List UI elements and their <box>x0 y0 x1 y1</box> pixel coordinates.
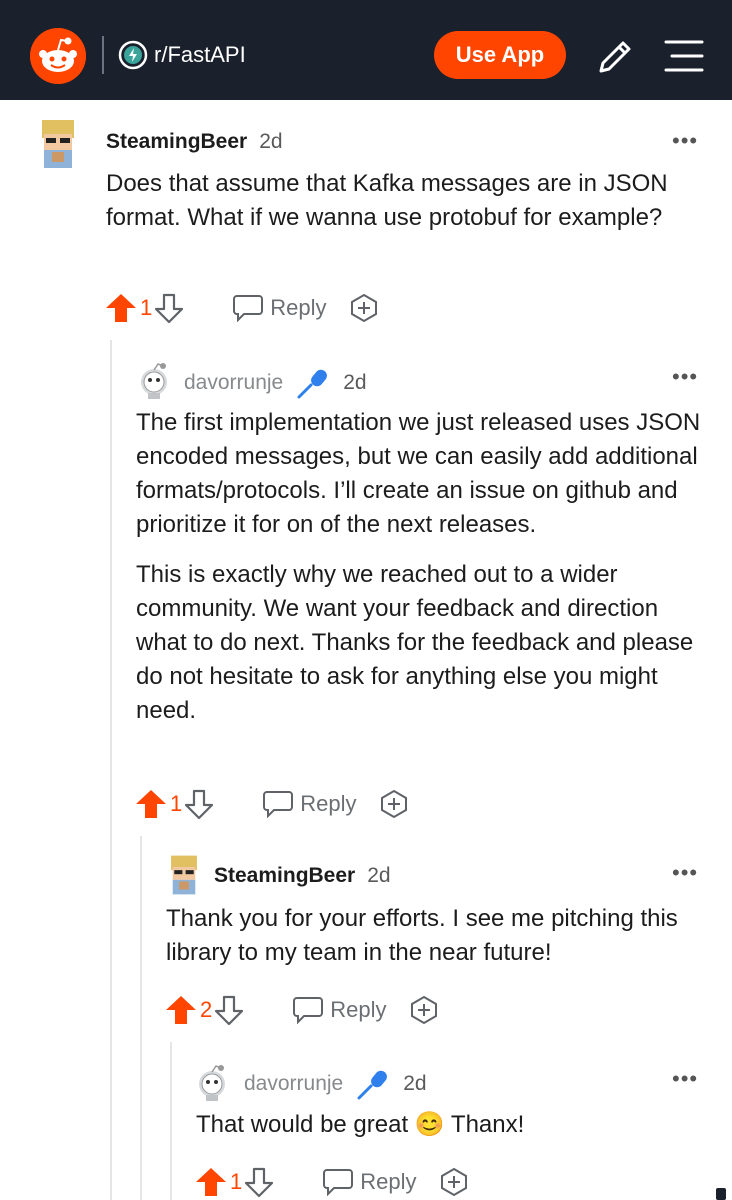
comment-body: Does that assume that Kafka messages are… <box>106 167 706 235</box>
pencil-icon[interactable] <box>594 36 636 78</box>
use-app-button[interactable]: Use App <box>434 31 566 79</box>
speech-bubble-icon <box>263 791 294 818</box>
thread-line <box>110 340 112 1200</box>
award-icon[interactable] <box>379 789 409 819</box>
subreddit-bolt-icon[interactable] <box>118 40 148 70</box>
reply-button[interactable]: Reply <box>262 790 357 818</box>
reply-label: Reply <box>330 997 387 1022</box>
scrollbar[interactable] <box>716 1188 726 1200</box>
vote-score: 1 <box>140 295 153 320</box>
reddit-logo-icon[interactable] <box>30 28 86 84</box>
vote-score: 1 <box>230 1169 243 1194</box>
downvote-arrow-icon[interactable] <box>184 788 214 820</box>
vote-score: 1 <box>170 791 183 816</box>
user-avatar[interactable] <box>134 360 174 400</box>
reply-button[interactable]: Reply <box>232 294 327 322</box>
user-avatar[interactable] <box>192 1062 232 1102</box>
subreddit-name[interactable]: r/FastAPI <box>154 42 246 68</box>
comment-paragraph: Does that assume that Kafka messages are… <box>106 170 668 231</box>
comment-author[interactable]: davorrunje <box>184 371 283 395</box>
hamburger-icon[interactable] <box>664 38 704 74</box>
comment-paragraph: That would be great 😊 Thanx! <box>196 1111 525 1138</box>
downvote-arrow-icon[interactable] <box>214 994 244 1026</box>
microphone-icon <box>357 1070 388 1100</box>
comment-paragraph: This is exactly why we reached out to a … <box>136 561 694 724</box>
reply-label: Reply <box>270 295 327 320</box>
comment-body: Thank you for your efforts. I see me pit… <box>166 902 706 970</box>
user-avatar[interactable] <box>34 118 82 170</box>
reply-button[interactable]: Reply <box>322 1168 417 1196</box>
comment-body: That would be great 😊 Thanx! <box>196 1108 696 1142</box>
upvote-arrow-icon[interactable] <box>134 788 168 820</box>
comment-age: 2d <box>367 864 391 887</box>
comment-author[interactable]: SteamingBeer <box>214 864 355 888</box>
reply-label: Reply <box>360 1169 417 1194</box>
comment-paragraph: The first implementation we just release… <box>136 409 701 538</box>
reply-button[interactable]: Reply <box>292 996 387 1024</box>
comment-age: 2d <box>403 1072 427 1095</box>
thread-line <box>140 836 142 1200</box>
comment-age: 2d <box>343 371 367 394</box>
comment-body: The first implementation we just release… <box>136 406 706 728</box>
top-navigation-bar: r/FastAPI Use App <box>0 0 732 100</box>
award-icon[interactable] <box>439 1167 469 1197</box>
award-icon[interactable] <box>349 293 379 323</box>
upvote-arrow-icon[interactable] <box>164 994 198 1026</box>
more-options-button[interactable]: ••• <box>672 860 698 886</box>
downvote-arrow-icon[interactable] <box>244 1166 274 1198</box>
vote-score: 2 <box>200 997 213 1022</box>
thread-line <box>170 1042 172 1200</box>
upvote-arrow-icon[interactable] <box>194 1166 228 1198</box>
speech-bubble-icon <box>323 1169 354 1196</box>
speech-bubble-icon <box>233 295 264 322</box>
comment-age: 2d <box>259 130 283 153</box>
user-avatar[interactable] <box>164 854 204 896</box>
header-divider <box>102 36 104 74</box>
more-options-button[interactable]: ••• <box>672 1066 698 1092</box>
comment-author[interactable]: davorrunje <box>244 1072 343 1096</box>
more-options-button[interactable]: ••• <box>672 128 698 154</box>
reply-label: Reply <box>300 791 357 816</box>
speech-bubble-icon <box>293 997 324 1024</box>
comment-paragraph: Thank you for your efforts. I see me pit… <box>166 905 678 966</box>
comment-author[interactable]: SteamingBeer <box>106 130 247 154</box>
downvote-arrow-icon[interactable] <box>154 292 184 324</box>
upvote-arrow-icon[interactable] <box>104 292 138 324</box>
award-icon[interactable] <box>409 995 439 1025</box>
microphone-icon <box>297 369 328 399</box>
more-options-button[interactable]: ••• <box>672 364 698 390</box>
